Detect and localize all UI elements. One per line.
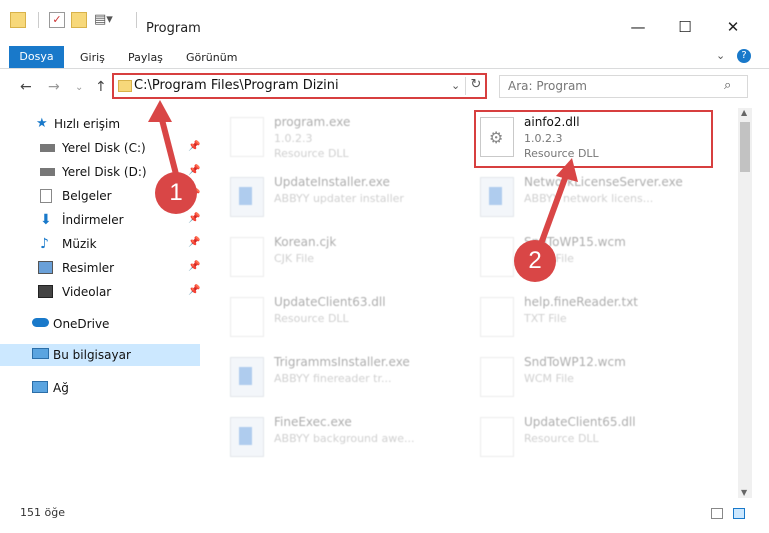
step-badge-2: 2 [514,240,556,282]
annotation-arrows [148,100,578,254]
step-badge-1: 1 [155,172,197,214]
arrow-2-line [535,168,571,254]
arrow-2-head [556,158,578,182]
arrow-1-head [148,100,172,122]
